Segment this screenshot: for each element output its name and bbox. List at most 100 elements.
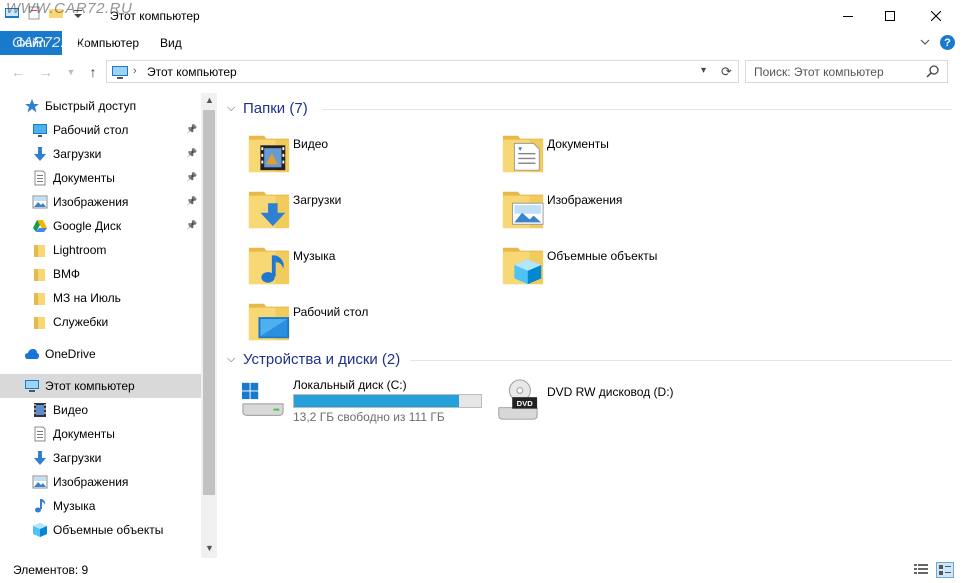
sidebar-item-7[interactable]: Lightroom bbox=[0, 238, 201, 262]
maximize-button[interactable] bbox=[867, 0, 913, 31]
sidebar-item-label: Видео bbox=[53, 403, 89, 417]
sidebar-item-label: Этот компьютер bbox=[45, 379, 135, 393]
devices-header-text: Устройства и диски (2) bbox=[243, 351, 401, 368]
sidebar-item-5[interactable]: Изображения 📌 bbox=[0, 190, 201, 214]
drive-c-usage-fill bbox=[294, 395, 459, 407]
forward-button[interactable]: → bbox=[38, 64, 54, 80]
sidebar-item-label: Объемные объекты bbox=[53, 523, 164, 537]
sidebar-item-4[interactable]: Документы 📌 bbox=[0, 166, 201, 190]
folder-tile[interactable]: Рабочий стол bbox=[247, 297, 487, 351]
google-drive-icon bbox=[32, 218, 48, 234]
item-count: Элементов: 9 bbox=[13, 563, 89, 577]
sidebar-item-label: Служебки bbox=[53, 315, 109, 329]
group-divider bbox=[410, 360, 952, 361]
pin-icon[interactable]: 📌 bbox=[186, 124, 197, 135]
breadcrumb-chevron-icon[interactable]: › bbox=[133, 65, 137, 77]
sidebar-item-2[interactable]: Рабочий стол 📌 bbox=[0, 118, 201, 142]
recent-locations-button[interactable]: ▼ bbox=[63, 64, 79, 80]
sidebar-item-9[interactable]: МЗ на Июль bbox=[0, 286, 201, 310]
close-button[interactable] bbox=[913, 0, 959, 31]
folder-tile[interactable]: Объемные объекты bbox=[501, 241, 741, 295]
maximize-icon bbox=[885, 10, 895, 21]
video-icon bbox=[32, 402, 48, 418]
minimize-icon bbox=[843, 15, 853, 17]
nav-scrollbar[interactable]: ▲ ▼ bbox=[201, 93, 217, 558]
downloads-folder-icon bbox=[247, 185, 291, 231]
folder-icon bbox=[32, 314, 48, 330]
sidebar-item-label: Изображения bbox=[53, 195, 129, 209]
sidebar-item-label: Документы bbox=[53, 171, 115, 185]
sidebar-item-12[interactable]: Этот компьютер bbox=[0, 374, 201, 398]
pin-icon[interactable]: 📌 bbox=[186, 196, 197, 207]
chevron-down-icon[interactable]: ⌵ bbox=[227, 353, 241, 366]
folder-tile[interactable]: Видео bbox=[247, 129, 487, 183]
refresh-icon[interactable]: ⟳ bbox=[721, 64, 732, 80]
folder-tile[interactable]: Изображения bbox=[501, 185, 741, 239]
tab-view[interactable]: Вид bbox=[160, 36, 182, 50]
sidebar-item-17[interactable]: Музыка bbox=[0, 494, 201, 518]
details-view-icon[interactable] bbox=[913, 562, 929, 576]
sidebar-item-label: Музыка bbox=[53, 499, 96, 513]
up-button[interactable]: ↑ bbox=[85, 64, 101, 80]
pin-icon[interactable]: 📌 bbox=[186, 172, 197, 183]
folders-header-text: Папки (7) bbox=[243, 100, 308, 117]
pictures-folder-icon bbox=[501, 185, 545, 231]
chevron-down-icon[interactable]: ⌵ bbox=[227, 102, 241, 115]
tab-computer[interactable]: Компьютер bbox=[77, 36, 139, 50]
sidebar-item-10[interactable]: Служебки bbox=[0, 310, 201, 334]
address-bar[interactable]: › Этот компьютер ▾ ⟳ bbox=[106, 60, 739, 83]
sidebar-item-16[interactable]: Изображения bbox=[0, 470, 201, 494]
close-icon bbox=[931, 10, 941, 21]
sidebar-item-8[interactable]: ВМФ bbox=[0, 262, 201, 286]
music-folder-icon bbox=[247, 241, 291, 287]
folder-tile[interactable]: Загрузки bbox=[247, 185, 487, 239]
minimize-button[interactable] bbox=[825, 0, 871, 31]
address-row: ← → ▼ ↑ › Этот компьютер ▾ ⟳ Поиск: Этот… bbox=[0, 58, 963, 86]
large-icons-view-icon[interactable] bbox=[936, 562, 954, 578]
pin-icon[interactable]: 📌 bbox=[186, 220, 197, 231]
folder-tile[interactable]: Музыка bbox=[247, 241, 487, 295]
sidebar-item-6[interactable]: Google Диск 📌 bbox=[0, 214, 201, 238]
cube-icon bbox=[32, 522, 48, 538]
video-folder-icon bbox=[247, 129, 291, 175]
expand-ribbon-icon[interactable] bbox=[919, 36, 931, 48]
sidebar-item-18[interactable]: Объемные объекты bbox=[0, 518, 201, 542]
dvd-badge: DVD bbox=[517, 399, 534, 408]
sidebar-item-11[interactable]: OneDrive bbox=[0, 342, 201, 366]
drive-c-free-text: 13,2 ГБ свободно из 111 ГБ bbox=[293, 410, 445, 424]
scroll-down-icon[interactable]: ▼ bbox=[205, 543, 214, 553]
address-path[interactable]: Этот компьютер bbox=[147, 65, 237, 79]
back-button[interactable]: ← bbox=[10, 64, 26, 80]
sidebar-item-15[interactable]: Загрузки bbox=[0, 446, 201, 470]
sidebar-item-1[interactable]: Быстрый доступ bbox=[0, 94, 201, 118]
scroll-up-icon[interactable]: ▲ bbox=[205, 95, 214, 105]
folder-label: Изображения bbox=[547, 193, 623, 207]
devices-group-header[interactable]: ⌵ Устройства и диски (2) bbox=[227, 351, 400, 368]
folder-icon bbox=[32, 290, 48, 306]
pictures-icon bbox=[32, 194, 48, 210]
drive-c-tile[interactable]: Локальный диск (C:) 13,2 ГБ свободно из … bbox=[241, 378, 491, 432]
sidebar-item-13[interactable]: Видео bbox=[0, 398, 201, 422]
sidebar-item-14[interactable]: Документы bbox=[0, 422, 201, 446]
folders-group-header[interactable]: ⌵ Папки (7) bbox=[227, 100, 308, 117]
sidebar-item-label: Документы bbox=[53, 427, 115, 441]
address-dropdown-icon[interactable]: ▾ bbox=[701, 65, 706, 76]
arrow-up-icon: ↑ bbox=[89, 64, 97, 80]
drive-d-tile[interactable]: DVD DVD RW дисковод (D:) bbox=[495, 378, 745, 432]
sidebar-item-3[interactable]: Загрузки 📌 bbox=[0, 142, 201, 166]
drive-c-usage-bar bbox=[293, 394, 482, 408]
folder-icon bbox=[32, 242, 48, 258]
search-icon[interactable] bbox=[926, 64, 940, 78]
search-placeholder: Поиск: Этот компьютер bbox=[754, 65, 884, 79]
search-input[interactable]: Поиск: Этот компьютер bbox=[745, 60, 948, 83]
scrollbar-thumb[interactable] bbox=[203, 110, 215, 495]
watermark-text: WWW.CAR72.RU bbox=[6, 0, 133, 17]
desktop-icon bbox=[32, 122, 48, 138]
pin-icon[interactable]: 📌 bbox=[186, 148, 197, 159]
folder-tile[interactable]: Документы bbox=[501, 129, 741, 183]
cloud-icon bbox=[24, 346, 40, 362]
pictures-icon bbox=[32, 474, 48, 490]
help-icon[interactable]: ? bbox=[940, 35, 955, 50]
folder-label: Музыка bbox=[293, 249, 336, 263]
folder-label: Документы bbox=[547, 137, 609, 151]
